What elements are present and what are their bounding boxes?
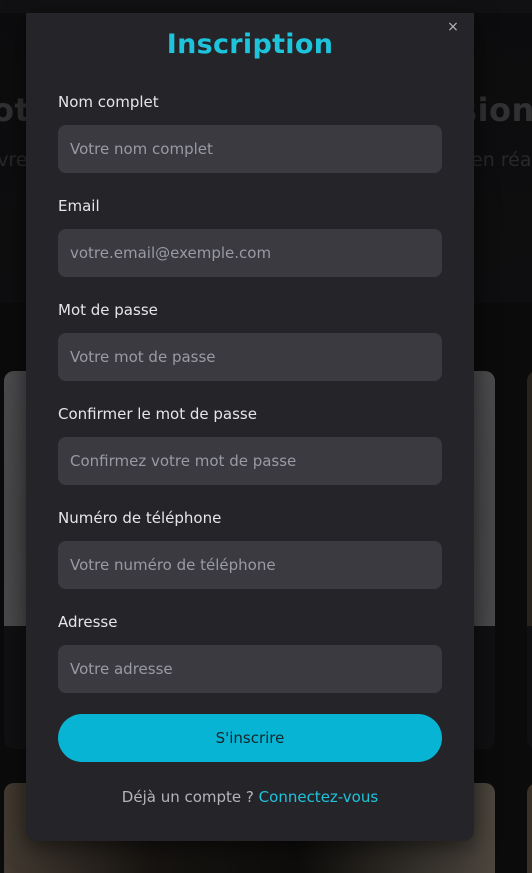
password-label: Mot de passe: [58, 301, 158, 319]
modal-title: Inscription: [166, 29, 334, 60]
signup-modal: × Inscription Nom complet Email Mot de p…: [26, 13, 474, 841]
field-email: Email: [58, 196, 442, 277]
email-label: Email: [58, 197, 100, 215]
full-name-input[interactable]: [58, 125, 442, 173]
confirm-password-label: Confirmer le mot de passe: [58, 405, 257, 423]
field-full-name: Nom complet: [58, 92, 442, 173]
field-phone: Numéro de téléphone: [58, 508, 442, 589]
address-input[interactable]: [58, 645, 442, 693]
phone-label: Numéro de téléphone: [58, 509, 222, 527]
page: otr sion ivre en réa × Inscription Nom c…: [0, 0, 532, 873]
password-input[interactable]: [58, 333, 442, 381]
address-label: Adresse: [58, 613, 118, 631]
field-address: Adresse: [58, 612, 442, 693]
phone-input[interactable]: [58, 541, 442, 589]
login-prompt: Déjà un compte ? Connectez-vous: [26, 788, 474, 806]
confirm-password-input[interactable]: [58, 437, 442, 485]
full-name-label: Nom complet: [58, 93, 159, 111]
field-confirm-password: Confirmer le mot de passe: [58, 404, 442, 485]
email-input[interactable]: [58, 229, 442, 277]
field-password: Mot de passe: [58, 300, 442, 381]
login-link[interactable]: Connectez-vous: [259, 788, 379, 806]
signup-submit-button[interactable]: S'inscrire: [58, 714, 442, 762]
login-prompt-text: Déjà un compte ?: [121, 788, 254, 806]
